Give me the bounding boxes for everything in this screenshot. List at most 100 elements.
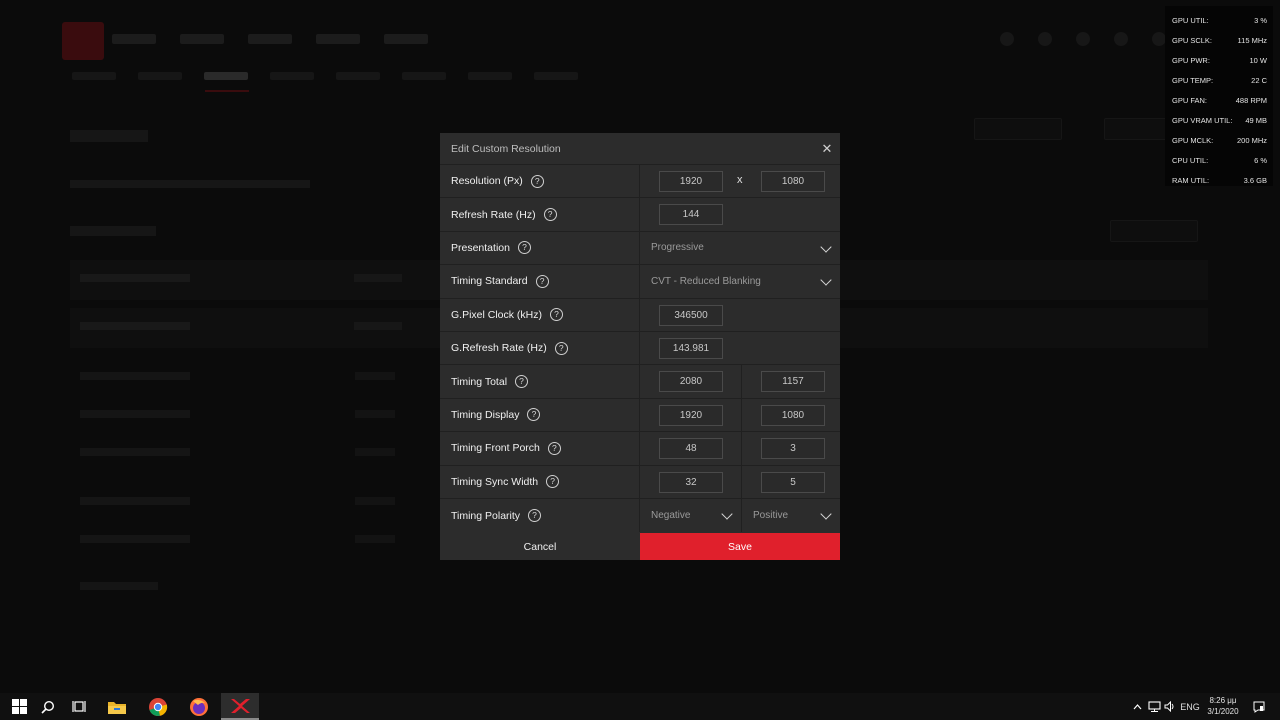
- g-refresh-rate-row: G.Refresh Rate (Hz)?: [440, 331, 840, 366]
- timing-standard-dropdown[interactable]: CVT - Reduced Blanking: [640, 265, 840, 297]
- pixel-clock-label: G.Pixel Clock (kHz): [451, 308, 543, 321]
- volume-button[interactable]: [1163, 693, 1177, 720]
- background-text-line: [355, 535, 395, 543]
- timing-standard-label: Timing Standard: [451, 275, 528, 288]
- firefox-icon: [190, 697, 208, 716]
- chevron-down-icon: [820, 508, 832, 520]
- help-icon[interactable]: ?: [528, 509, 542, 523]
- network-button[interactable]: [1146, 693, 1162, 720]
- pixel-clock-row: G.Pixel Clock (kHz)?: [440, 298, 840, 332]
- clock-time: 8:26 μμ: [1209, 696, 1237, 705]
- overlay-value: 49 MB: [1245, 115, 1267, 125]
- overlay-value: 488 RPM: [1235, 95, 1267, 105]
- timing-standard-row: Timing Standard? CVT - Reduced Blanking: [440, 265, 840, 299]
- notification-icon: [1253, 701, 1265, 713]
- timing-total-label: Timing Total: [451, 375, 508, 388]
- dialog-footer: Cancel Save: [440, 533, 840, 560]
- background-text-line: [355, 497, 395, 505]
- cancel-button[interactable]: Cancel: [440, 533, 640, 560]
- front-porch-horizontal-input[interactable]: [659, 438, 723, 460]
- radeon-software-button[interactable]: [221, 693, 259, 720]
- row-label: Presentation?: [440, 231, 640, 265]
- help-icon[interactable]: ?: [517, 241, 531, 255]
- close-icon[interactable]: ✕: [820, 142, 834, 156]
- column-divider: [741, 365, 742, 398]
- file-explorer-button[interactable]: [98, 693, 136, 720]
- background-text-line: [80, 448, 190, 456]
- performance-overlay: GPU UTIL: 3 % GPU SCLK: 115 MHz GPU PWR: 10…: [1165, 6, 1273, 186]
- pixel-clock-input[interactable]: [659, 304, 723, 326]
- column-divider: [741, 432, 742, 465]
- help-icon[interactable]: ?: [535, 274, 549, 288]
- chrome-icon: [149, 697, 168, 716]
- sync-width-vertical-input[interactable]: [761, 471, 825, 493]
- background-button: [974, 118, 1062, 140]
- background-text-line: [355, 372, 395, 380]
- front-porch-row: Timing Front Porch?: [440, 432, 840, 466]
- overlay-label: GPU UTIL:: [1172, 15, 1209, 25]
- presentation-dropdown[interactable]: Progressive: [640, 232, 840, 264]
- help-icon[interactable]: ?: [543, 208, 557, 222]
- radeon-icon: [231, 698, 250, 713]
- timing-display-label: Timing Display: [451, 408, 520, 421]
- help-icon[interactable]: ?: [547, 441, 561, 455]
- task-view-button[interactable]: [60, 693, 98, 720]
- row-label: Timing Display?: [440, 398, 640, 432]
- refresh-rate-input[interactable]: [659, 204, 723, 226]
- help-icon[interactable]: ?: [515, 375, 529, 389]
- overlay-row: GPU FAN: 488 RPM: [1172, 90, 1267, 110]
- column-divider: [741, 398, 742, 432]
- help-icon[interactable]: ?: [527, 408, 541, 422]
- sync-width-horizontal-input[interactable]: [659, 471, 723, 493]
- header-icons: [1000, 32, 1166, 46]
- g-refresh-rate-input[interactable]: [659, 337, 723, 359]
- help-icon[interactable]: ?: [530, 174, 544, 188]
- overlay-row: GPU TEMP: 22 C: [1172, 70, 1267, 90]
- show-hidden-icons-button[interactable]: [1131, 693, 1143, 720]
- active-tab-indicator: [205, 90, 249, 92]
- row-label: Timing Front Porch?: [440, 432, 640, 465]
- front-porch-vertical-input[interactable]: [761, 438, 825, 460]
- firefox-button[interactable]: [180, 693, 218, 720]
- overlay-value: 3 %: [1254, 15, 1267, 25]
- help-icon[interactable]: ?: [554, 341, 568, 355]
- action-center-button[interactable]: [1250, 693, 1268, 720]
- background-text-line: [80, 582, 158, 590]
- background-button: [1110, 220, 1198, 242]
- row-label: Timing Total?: [440, 365, 640, 398]
- timing-display-vertical-input[interactable]: [761, 404, 825, 426]
- row-label: Timing Standard?: [440, 265, 640, 298]
- overlay-row: GPU SCLK: 115 MHz: [1172, 30, 1267, 50]
- timing-display-horizontal-input[interactable]: [659, 404, 723, 426]
- help-icon[interactable]: ?: [550, 308, 564, 322]
- overlay-value: 6 %: [1254, 155, 1267, 165]
- timing-total-horizontal-input[interactable]: [659, 371, 723, 393]
- clock-date: 3/1/2020: [1207, 707, 1239, 716]
- presentation-value: Progressive: [651, 242, 704, 254]
- clock[interactable]: 8:26 μμ 3/1/2020: [1203, 695, 1243, 717]
- column-divider: [741, 465, 742, 498]
- timing-total-vertical-input[interactable]: [761, 371, 825, 393]
- help-icon[interactable]: ?: [546, 475, 560, 489]
- horizontal-polarity-value: Negative: [651, 510, 691, 522]
- network-icon: [1147, 701, 1161, 712]
- horizontal-polarity-dropdown[interactable]: Negative: [640, 499, 741, 532]
- folder-icon: [108, 701, 126, 714]
- row-label: Resolution (Px)?: [440, 165, 640, 198]
- dialog-title: Edit Custom Resolution: [451, 143, 561, 155]
- overlay-row: GPU MCLK: 200 MHz: [1172, 130, 1267, 150]
- overlay-row: CPU UTIL: 6 %: [1172, 150, 1267, 170]
- vertical-polarity-dropdown[interactable]: Positive: [742, 499, 840, 532]
- save-button[interactable]: Save: [640, 533, 840, 560]
- resolution-width-input[interactable]: [659, 171, 723, 192]
- input-language-indicator[interactable]: ENG: [1178, 693, 1202, 720]
- sub-navigation: [72, 72, 578, 80]
- vertical-polarity-value: Positive: [753, 510, 789, 522]
- chrome-button[interactable]: [139, 693, 177, 720]
- task-view-icon: [72, 701, 86, 712]
- chevron-down-icon: [820, 241, 832, 253]
- app-logo: [62, 22, 104, 60]
- resolution-height-input[interactable]: [761, 171, 825, 192]
- overlay-label: RAM UTIL:: [1172, 175, 1210, 185]
- resolution-separator: x: [737, 174, 743, 186]
